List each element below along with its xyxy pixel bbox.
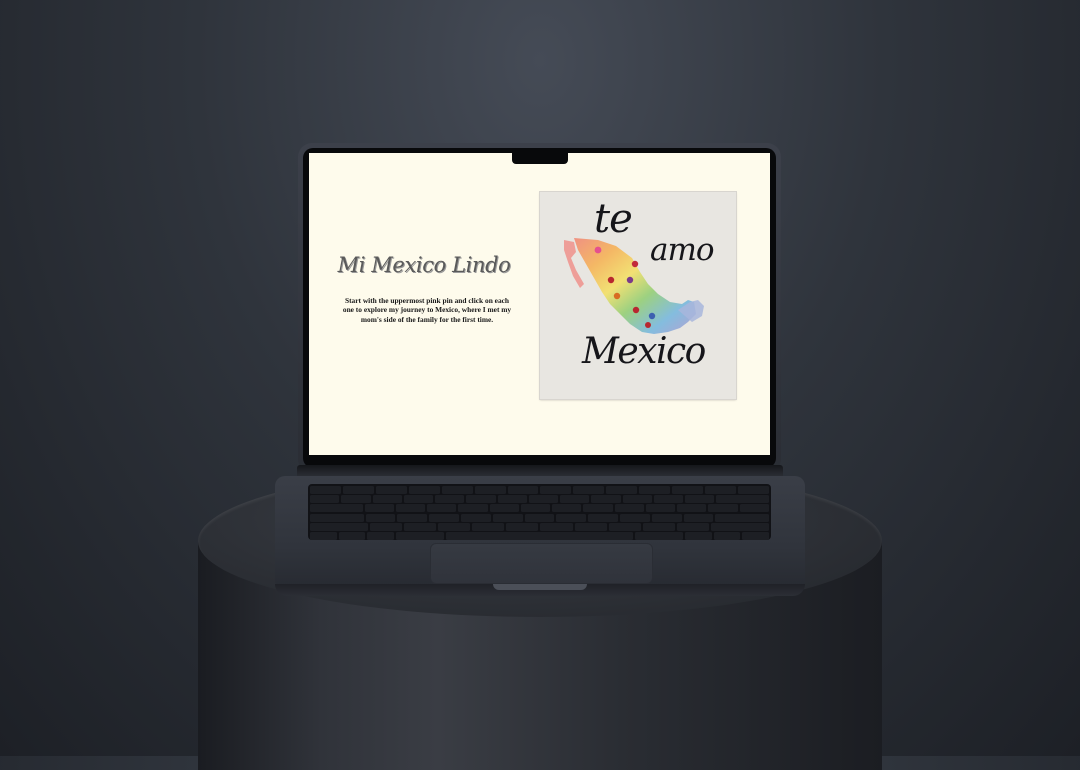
lettering-te: te [594,196,633,242]
pin [645,322,651,328]
lettering-amo: amo [650,232,715,268]
lettering-mexico: Mexico [582,331,706,372]
pin [648,312,656,320]
pin [632,306,640,314]
page-title: Mi Mexico Lindo [337,253,511,277]
pin [631,260,639,268]
lid-opening-notch [493,584,587,590]
keyboard [308,484,771,540]
mexico-watercolor-map[interactable]: te amo Mexico [540,192,736,399]
pin [626,276,634,284]
pin [607,276,615,284]
laptop-screen: Mi Mexico Lindo Start with the uppermost… [309,153,770,455]
trackpad [430,543,653,584]
intro-text: Start with the uppermost pink pin and cl… [342,296,512,324]
pin-pink [594,246,602,254]
pin [613,292,621,300]
camera-notch [512,153,568,164]
